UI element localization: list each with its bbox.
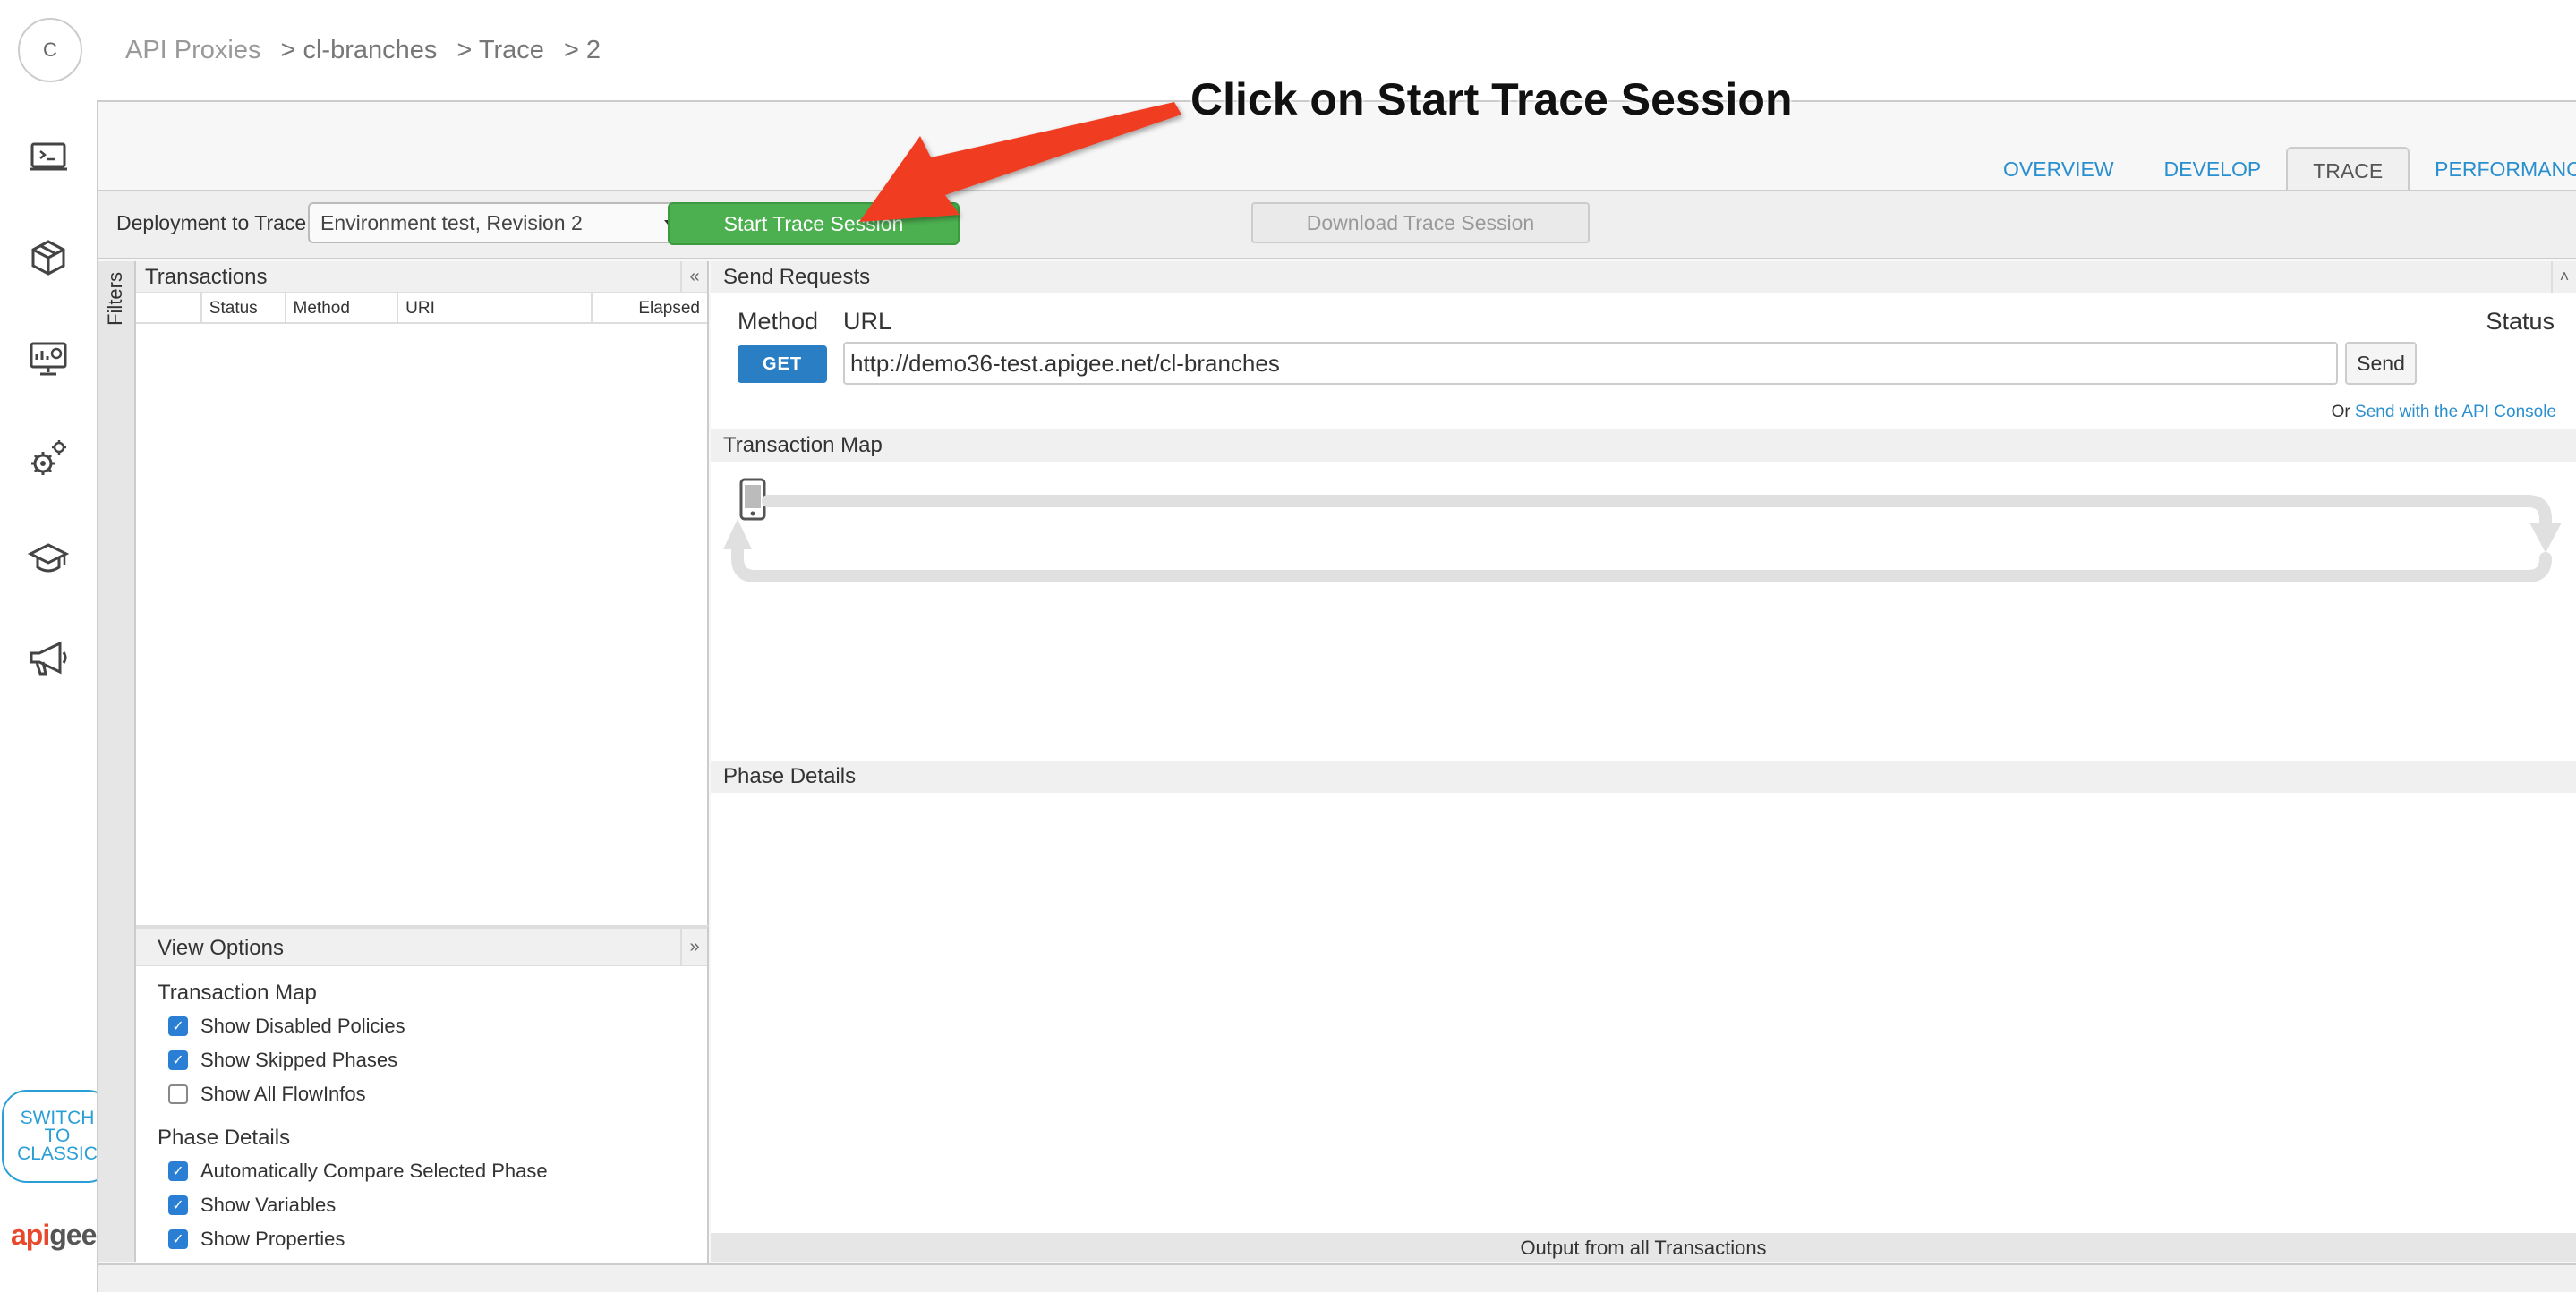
- send-with-api-console-link[interactable]: Send with the API Console: [2355, 403, 2556, 421]
- transaction-map-header: Transaction Map: [711, 429, 2576, 462]
- checkbox-label: Show Properties: [200, 1228, 345, 1250]
- filters-label: Filters: [104, 272, 126, 326]
- chevron-double-up-icon[interactable]: ˄: [2551, 261, 2576, 293]
- download-trace-session-button[interactable]: Download Trace Session: [1251, 202, 1590, 243]
- show-skipped-phases-checkbox[interactable]: ✓ Show Skipped Phases: [136, 1043, 707, 1077]
- flow-arrow-down-icon: [2529, 523, 2562, 553]
- view-options-title: View Options: [158, 936, 284, 960]
- status-label: Status: [2486, 308, 2555, 335]
- tab-performance[interactable]: PERFORMANCE: [2410, 147, 2576, 191]
- send-requests-header: Send Requests ˄: [711, 261, 2576, 293]
- show-disabled-policies-checkbox[interactable]: ✓ Show Disabled Policies: [136, 1009, 707, 1043]
- deployment-value: Environment test, Revision 2: [320, 211, 583, 234]
- collapse-left-icon[interactable]: «: [680, 261, 707, 293]
- package-icon[interactable]: [25, 234, 72, 281]
- settings-icon[interactable]: [25, 435, 72, 481]
- megaphone-icon[interactable]: [25, 635, 72, 682]
- terminal-icon[interactable]: [25, 134, 72, 181]
- tab-overview[interactable]: OVERVIEW: [1978, 147, 2139, 191]
- view-options-header: View Options »: [136, 929, 707, 966]
- phase-details-options-title: Phase Details: [158, 1126, 291, 1150]
- filters-sidebar[interactable]: Filters: [98, 261, 136, 1262]
- send-requests-title: Send Requests: [723, 265, 871, 289]
- left-nav-rail: C SWITCH TO CLASSIC apigee: [0, 0, 113, 1292]
- user-avatar[interactable]: C: [18, 18, 82, 82]
- transaction-map-title: Transaction Map: [723, 433, 883, 457]
- auto-compare-phase-checkbox[interactable]: ✓ Automatically Compare Selected Phase: [136, 1154, 707, 1188]
- client-device-icon[interactable]: [739, 478, 766, 521]
- column-header-elapsed[interactable]: Elapsed: [593, 293, 707, 322]
- tab-bar: OVERVIEW DEVELOP TRACE PERFORMANCE: [1978, 147, 2576, 191]
- trace-content: Send Requests ˄ Method URL Status GET Se…: [711, 261, 2576, 1262]
- checkbox-checked-icon: ✓: [168, 1050, 188, 1070]
- deployment-select[interactable]: Environment test, Revision 2: [308, 202, 693, 243]
- phase-details-header: Phase Details: [711, 761, 2576, 793]
- trace-toolbar: Deployment to Trace Environment test, Re…: [98, 190, 2576, 259]
- dashboard-icon[interactable]: [25, 335, 72, 381]
- transactions-table-header: Status Method URI Elapsed: [136, 293, 707, 324]
- column-header-uri[interactable]: URI: [398, 293, 593, 322]
- breadcrumb: API Proxies > cl-branches > Trace > 2: [125, 36, 620, 65]
- deployment-label: Deployment to Trace: [116, 211, 307, 234]
- flow-path: [731, 495, 2552, 582]
- console-prefix: Or: [2331, 403, 2350, 421]
- url-input[interactable]: [843, 342, 2338, 385]
- api-console-link-text: Or Send with the API Console: [2332, 403, 2556, 422]
- phase-details-title: Phase Details: [723, 764, 857, 788]
- checkbox-label: Show Skipped Phases: [200, 1049, 398, 1071]
- transactions-title: Transactions: [145, 265, 268, 289]
- send-button[interactable]: Send: [2345, 342, 2417, 385]
- checkbox-label: Show Disabled Policies: [200, 1015, 405, 1037]
- checkbox-checked-icon: ✓: [168, 1161, 188, 1181]
- education-icon[interactable]: [25, 535, 72, 582]
- checkbox-checked-icon: ✓: [168, 1016, 188, 1036]
- annotation-text: Click on Start Trace Session: [1190, 74, 1793, 124]
- tab-trace[interactable]: TRACE: [2286, 147, 2410, 191]
- breadcrumb-trace[interactable]: > Trace: [456, 36, 544, 65]
- breadcrumb-api-proxies[interactable]: API Proxies: [125, 36, 261, 65]
- transactions-header: Transactions «: [136, 261, 707, 293]
- show-properties-checkbox[interactable]: ✓ Show Properties: [136, 1222, 707, 1256]
- checkbox-checked-icon: ✓: [168, 1229, 188, 1249]
- checkbox-unchecked-icon: [168, 1084, 188, 1104]
- tab-develop[interactable]: DEVELOP: [2139, 147, 2287, 191]
- show-variables-checkbox[interactable]: ✓ Show Variables: [136, 1188, 707, 1222]
- transaction-map-canvas: [711, 463, 2576, 753]
- url-label: URL: [843, 308, 892, 335]
- chevron-double-down-icon[interactable]: »: [680, 929, 707, 966]
- apigee-logo: apigee: [11, 1219, 97, 1251]
- checkbox-label: Show Variables: [200, 1194, 337, 1216]
- flow-arrow-up-icon: [723, 519, 752, 549]
- status-bar: [98, 1263, 2576, 1292]
- method-label: Method: [738, 308, 819, 335]
- transactions-panel: Transactions « Status Method URI Elapsed: [136, 261, 709, 925]
- column-header-index: [136, 293, 202, 322]
- checkbox-checked-icon: ✓: [168, 1195, 188, 1215]
- column-header-status[interactable]: Status: [202, 293, 286, 322]
- view-options-panel: View Options » Transaction Map ✓ Show Di…: [136, 925, 709, 1263]
- show-all-flowinfos-checkbox[interactable]: Show All FlowInfos: [136, 1077, 707, 1111]
- checkbox-label: Show All FlowInfos: [200, 1083, 366, 1105]
- checkbox-label: Automatically Compare Selected Phase: [200, 1160, 548, 1182]
- annotation-arrow-icon: [859, 102, 1181, 222]
- transaction-map-options-title: Transaction Map: [158, 981, 317, 1005]
- method-select-button[interactable]: GET: [738, 345, 827, 383]
- column-header-method[interactable]: Method: [286, 293, 399, 322]
- output-from-all-transactions[interactable]: Output from all Transactions: [711, 1233, 2576, 1262]
- breadcrumb-revision: > 2: [563, 36, 601, 64]
- breadcrumb-proxy[interactable]: > cl-branches: [281, 36, 438, 65]
